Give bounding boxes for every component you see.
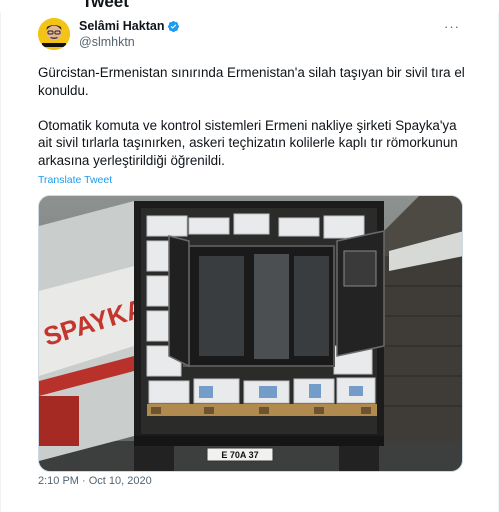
truck-photo: SPAYKA E 70A 37 <box>39 196 462 471</box>
tweet-text-paragraph-1: Gürcistan-Ermenistan sınırında Ermenista… <box>38 65 469 98</box>
verified-badge-icon <box>167 20 180 33</box>
author-name-row: Selâmi Haktan <box>79 18 180 34</box>
translate-tweet-link[interactable]: Translate Tweet <box>38 174 112 186</box>
page-title: Tweet <box>82 0 129 11</box>
tweet-text: Gürcistan-Ermenistan sınırında Ermenista… <box>38 64 468 169</box>
tweet-media-image[interactable]: SPAYKA E 70A 37 <box>38 195 463 472</box>
license-plate-text: E 70A 37 <box>221 450 258 460</box>
page-header: Tweet <box>0 0 499 12</box>
avatar[interactable] <box>38 18 70 50</box>
tweet-card: Selâmi Haktan @slmhktn ··· Gürcistan-Erm… <box>0 12 499 512</box>
more-options-button[interactable]: ··· <box>444 18 460 34</box>
author-handle[interactable]: @slmhktn <box>79 35 135 49</box>
author-display-name[interactable]: Selâmi Haktan <box>79 19 164 33</box>
tweet-timestamp[interactable]: 2:10 PM · Oct 10, 2020 <box>38 475 152 487</box>
tweet-text-paragraph-2: Otomatik komuta ve kontrol sistemleri Er… <box>38 117 462 168</box>
more-options-icon: ··· <box>444 18 460 34</box>
avatar-image <box>38 18 70 50</box>
